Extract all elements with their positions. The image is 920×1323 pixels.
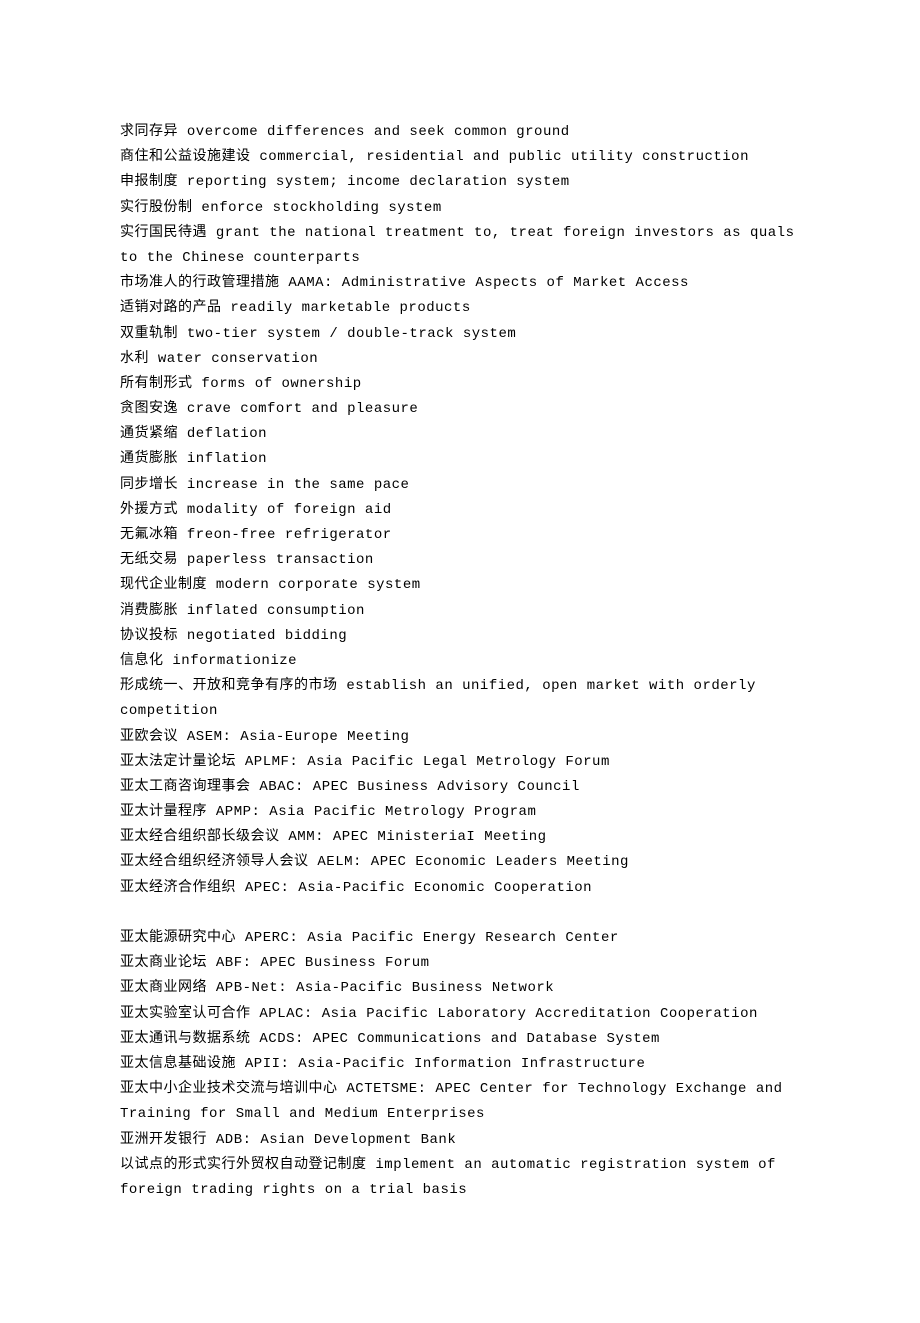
glossary-entry: 亚太实验室认可合作 APLAC: Asia Pacific Laboratory… [120,1002,800,1027]
glossary-entry: 实行国民待遇 grant the national treatment to, … [120,221,800,271]
glossary-entry: 亚太经合组织部长级会议 AMM: APEC MinisteriaI Meetin… [120,825,800,850]
document-page: 求同存异 overcome differences and seek commo… [0,0,920,1323]
glossary-entry: 亚太能源研究中心 APERC: Asia Pacific Energy Rese… [120,926,800,951]
glossary-entry: 无纸交易 paperless transaction [120,548,800,573]
glossary-entry: 亚太商业论坛 ABF: APEC Business Forum [120,951,800,976]
glossary-entry: 无氟冰箱 freon-free refrigerator [120,523,800,548]
glossary-entry: 亚太通讯与数据系统 ACDS: APEC Communications and … [120,1027,800,1052]
glossary-entry: 求同存异 overcome differences and seek commo… [120,120,800,145]
glossary-entry: 亚太工商咨询理事会 ABAC: APEC Business Advisory C… [120,775,800,800]
glossary-entry: 形成统一、开放和竞争有序的市场 establish an unified, op… [120,674,800,724]
glossary-entry: 亚欧会议 ASEM: Asia-Europe Meeting [120,725,800,750]
glossary-entry: 外援方式 modality of foreign aid [120,498,800,523]
glossary-entry: 亚太信息基础设施 APII: Asia-Pacific Information … [120,1052,800,1077]
glossary-entry: 所有制形式 forms of ownership [120,372,800,397]
glossary-entry: 申报制度 reporting system; income declaratio… [120,170,800,195]
glossary-entry: 市场准人的行政管理措施 AAMA: Administrative Aspects… [120,271,800,296]
glossary-entry: 水利 water conservation [120,347,800,372]
glossary-entry: 贪图安逸 crave comfort and pleasure [120,397,800,422]
glossary-entry: 消费膨胀 inflated consumption [120,599,800,624]
glossary-entry: 协议投标 negotiated bidding [120,624,800,649]
glossary-entry: 亚太经合组织经济领导人会议 AELM: APEC Economic Leader… [120,850,800,875]
glossary-entry: 双重轨制 two-tier system / double-track syst… [120,322,800,347]
glossary-entry: 适销对路的产品 readily marketable products [120,296,800,321]
glossary-entry: 亚太计量程序 APMP: Asia Pacific Metrology Prog… [120,800,800,825]
glossary-entry: 亚太中小企业技术交流与培训中心 ACTETSME: APEC Center fo… [120,1077,800,1127]
glossary-entry: 信息化 informationize [120,649,800,674]
glossary-entry: 通货紧缩 deflation [120,422,800,447]
glossary-entry: 通货膨胀 inflation [120,447,800,472]
glossary-entry: 亚太商业网络 APB-Net: Asia-Pacific Business Ne… [120,976,800,1001]
glossary-entry: 实行股份制 enforce stockholding system [120,196,800,221]
glossary-entry: 商住和公益设施建设 commercial, residential and pu… [120,145,800,170]
glossary-block-2: 亚太能源研究中心 APERC: Asia Pacific Energy Rese… [120,926,800,1203]
glossary-entry: 现代企业制度 modern corporate system [120,573,800,598]
glossary-entry: 亚太法定计量论坛 APLMF: Asia Pacific Legal Metro… [120,750,800,775]
glossary-entry: 以试点的形式实行外贸权自动登记制度 implement an automatic… [120,1153,800,1203]
glossary-block-1: 求同存异 overcome differences and seek commo… [120,120,800,901]
glossary-entry: 亚洲开发银行 ADB: Asian Development Bank [120,1128,800,1153]
glossary-entry: 同步增长 increase in the same pace [120,473,800,498]
glossary-entry: 亚太经济合作组织 APEC: Asia-Pacific Economic Coo… [120,876,800,901]
section-spacer [120,901,800,926]
